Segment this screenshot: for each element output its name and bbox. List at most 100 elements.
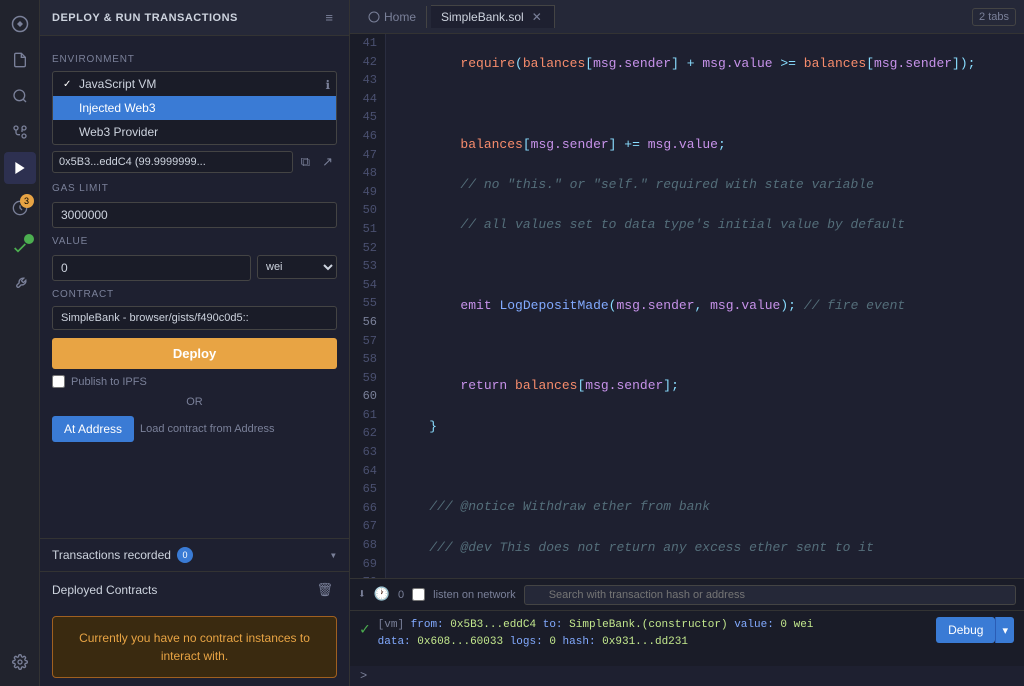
contract-select[interactable]: SimpleBank - browser/gists/f490c0d5::: [52, 306, 337, 330]
or-divider: OR: [52, 396, 337, 408]
deploy-button[interactable]: Deploy: [52, 338, 337, 369]
publish-label: Publish to IPFS: [71, 376, 147, 388]
tab-file-label: SimpleBank.sol: [441, 10, 524, 24]
search-wrapper: 🔍: [524, 585, 1016, 605]
env-option-javascript-vm[interactable]: ✓ JavaScript VM: [53, 72, 336, 96]
tab-file[interactable]: SimpleBank.sol ✕: [431, 5, 555, 28]
gas-limit-label: GAS LIMIT: [52, 183, 337, 194]
sidebar-icon-debug[interactable]: 3: [4, 192, 36, 224]
code-line-51: [398, 457, 1012, 477]
log-to-value: SimpleBank.(constructor): [569, 619, 727, 631]
code-line-49: return balances[msg.sender];: [398, 376, 1012, 396]
contract-label: CONTRACT: [52, 289, 337, 300]
sidebar-icon-plugin[interactable]: [4, 268, 36, 300]
account-row: ⧉ ↗: [52, 151, 337, 173]
value-label: VALUE: [52, 236, 337, 247]
env-label: ENVIRONMENT: [52, 54, 337, 65]
at-address-row: At Address Load contract from Address: [52, 416, 337, 442]
down-arrow-icon[interactable]: ⬇: [358, 587, 366, 602]
warning-box: Currently you have no contract instances…: [52, 616, 337, 678]
at-address-button[interactable]: At Address: [52, 416, 134, 442]
home-tab-icon: [368, 11, 380, 23]
log-bar: ✓ [vm] from: 0x5B3...eddC4 to: SimpleBan…: [350, 610, 1024, 666]
debug-button-group: Debug ▾: [936, 617, 1014, 643]
left-panel: DEPLOY & RUN TRANSACTIONS ≡ ENVIRONMENT …: [40, 0, 350, 686]
panel-title: DEPLOY & RUN TRANSACTIONS: [52, 12, 238, 24]
sidebar-icon-verify[interactable]: [4, 232, 36, 264]
debug-dropdown-button[interactable]: ▾: [995, 617, 1014, 643]
panel-header: DEPLOY & RUN TRANSACTIONS ≡: [40, 0, 349, 36]
settings-icon[interactable]: [4, 646, 36, 678]
value-input[interactable]: [52, 255, 251, 281]
transactions-label: Transactions recorded: [52, 548, 171, 562]
log-hash-label: hash:: [563, 636, 596, 648]
log-value-val: 0 wei: [780, 619, 813, 631]
warning-text: Currently you have no contract instances…: [79, 631, 310, 663]
open-address-button[interactable]: ↗: [318, 152, 337, 172]
env-option-injected-web3[interactable]: Injected Web3: [53, 96, 336, 120]
deployed-delete-button[interactable]: 🗑: [312, 580, 337, 600]
account-input[interactable]: [52, 151, 293, 173]
publish-checkbox-row: Publish to IPFS: [52, 375, 337, 388]
prompt-line: >: [350, 666, 1024, 686]
value-row: wei gwei finney ether: [52, 253, 337, 281]
clock-icon[interactable]: 🕐: [374, 587, 390, 602]
debug-badge: 3: [20, 194, 34, 208]
transaction-search-input[interactable]: [524, 585, 1016, 605]
debug-button[interactable]: Debug: [936, 617, 995, 643]
code-line-42: [398, 94, 1012, 114]
load-contract-button[interactable]: Load contract from Address: [140, 423, 275, 435]
bottom-bar: ⬇ 🕐 0 listen on network 🔍: [350, 578, 1024, 610]
code-editor[interactable]: 41 42 43 44 45 46 47 48 49 50 51 52 53 5…: [350, 34, 1024, 578]
code-content: require(balances[msg.sender] + msg.value…: [386, 34, 1024, 578]
code-line-50: }: [398, 417, 1012, 437]
right-panel: Home SimpleBank.sol ✕ 2 tabs 41 42 43 44…: [350, 0, 1024, 686]
deployed-label: Deployed Contracts: [52, 583, 157, 597]
log-text: [vm] from: 0x5B3...eddC4 to: SimpleBank.…: [378, 617, 928, 650]
sidebar: 3: [0, 0, 40, 686]
gas-limit-input[interactable]: [52, 202, 337, 228]
sidebar-icon-files[interactable]: [4, 44, 36, 76]
log-logs-label: logs:: [510, 636, 543, 648]
tab-home[interactable]: Home: [358, 6, 427, 28]
log-value-label: value:: [734, 619, 774, 631]
code-line-44: // no "this." or "self." required with s…: [398, 175, 1012, 195]
log-from-label: from:: [411, 619, 444, 631]
tab-bar: Home SimpleBank.sol ✕ 2 tabs: [350, 0, 1024, 34]
code-line-43: balances[msg.sender] += msg.value;: [398, 135, 1012, 155]
code-line-48: [398, 336, 1012, 356]
sidebar-icon-deploy[interactable]: [4, 152, 36, 184]
prompt-symbol: >: [360, 669, 367, 683]
code-line-53: /// @dev This does not return any excess…: [398, 538, 1012, 558]
code-line-46: [398, 256, 1012, 276]
tab-count: 2 tabs: [972, 8, 1016, 26]
tab-home-label: Home: [384, 10, 416, 24]
code-line-47: emit LogDepositMade(msg.sender, msg.valu…: [398, 296, 1012, 316]
environment-dropdown[interactable]: ✓ JavaScript VM Injected Web3 Web3 Provi…: [52, 71, 337, 145]
sidebar-icon-git[interactable]: [4, 116, 36, 148]
sidebar-icon-search[interactable]: [4, 80, 36, 112]
listen-checkbox[interactable]: [412, 588, 425, 601]
deployed-contracts-row[interactable]: Deployed Contracts 🗑: [40, 571, 349, 608]
publish-checkbox[interactable]: [52, 375, 65, 388]
log-data-val: 0x608...60033: [417, 636, 503, 648]
transactions-count: 0: [177, 547, 193, 563]
log-hash-val: 0x931...dd231: [602, 636, 688, 648]
info-icon: ℹ: [325, 78, 330, 93]
sidebar-icon-home[interactable]: [4, 8, 36, 40]
log-to-label: to:: [543, 619, 563, 631]
log-logs-val: 0: [549, 636, 556, 648]
debug-actions: Debug ▾: [936, 617, 1014, 643]
code-line-52: /// @notice Withdraw ether from bank: [398, 497, 1012, 517]
value-unit-select[interactable]: wei gwei finney ether: [257, 255, 337, 279]
panel-menu-button[interactable]: ≡: [321, 8, 337, 27]
bottom-count: 0: [398, 589, 404, 601]
tab-close-button[interactable]: ✕: [530, 10, 544, 24]
code-line-41: require(balances[msg.sender] + msg.value…: [398, 54, 1012, 74]
log-from-value: 0x5B3...eddC4: [450, 619, 536, 631]
log-success-icon: ✓: [360, 619, 370, 639]
copy-address-button[interactable]: ⧉: [297, 152, 314, 172]
transactions-row[interactable]: Transactions recorded 0 ▾: [40, 538, 349, 571]
env-option-web3-provider[interactable]: Web3 Provider: [53, 120, 336, 144]
transactions-chevron: ▾: [330, 548, 337, 563]
